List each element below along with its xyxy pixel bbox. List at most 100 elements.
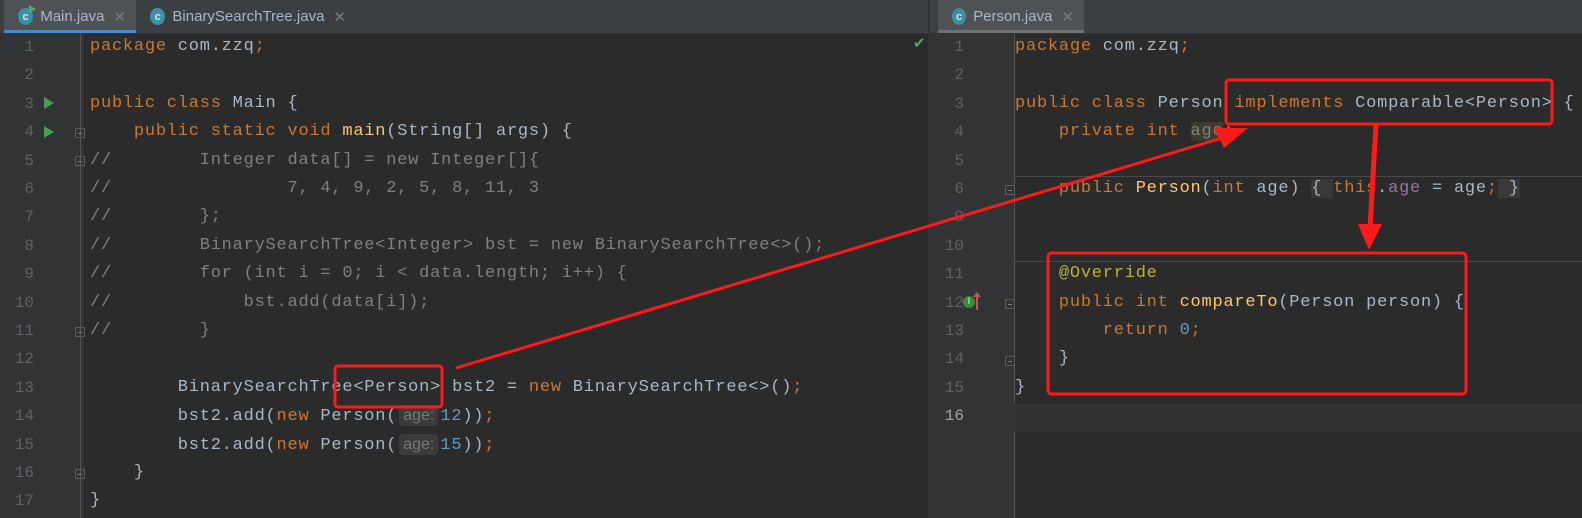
code-token: // BinarySearchTree<Integer> bst = new B… [90,235,826,255]
code-token: public int [1015,292,1180,312]
code-token: bst2.add( [90,407,277,427]
code-line[interactable]: } [1015,374,1026,402]
fold-icon[interactable] [75,327,85,337]
left-tab-bar: c Main.java ✕ c BinarySearchTree.java ✕ [0,0,928,34]
code-line[interactable]: bst2.add(new Person(age: 12)); [90,402,495,430]
right-tab-bar: c Person.java ✕ [930,0,1582,34]
line-number: 6 [24,180,34,198]
code-token: // 7, 4, 9, 2, 5, 8, 11, 3 [90,179,540,198]
code-token: // for (int i = 0; i < data.length; i++)… [90,264,628,284]
parameter-hint: age: [399,433,439,455]
right-editor-pane: c Person.java ✕ 1 package com.zzq; 2 3 publi… [930,0,1582,518]
code-token: age [1190,122,1224,142]
code-token: ; [484,435,496,455]
code-line[interactable]: public class Main { [90,90,298,118]
code-token: { [1311,179,1334,198]
tab-label: Main.java [40,8,105,25]
tab-binarysearchtree-java[interactable]: c BinarySearchTree.java ✕ [136,0,356,33]
close-icon[interactable]: ✕ [1061,8,1074,26]
line-number: 10 [944,236,964,255]
code-token: . [1377,179,1389,198]
code-token: public class [90,93,233,113]
code-token: Comparable<Person> { [1355,93,1575,113]
tab-label: BinarySearchTree.java [172,8,325,25]
code-token: age) [1256,179,1312,198]
code-token: )) [462,407,485,427]
code-line[interactable]: } [90,487,101,515]
line-number: 4 [954,123,964,142]
line-number: 16 [944,407,964,426]
line-number: 10 [14,293,34,312]
code-line[interactable]: // BinarySearchTree<Integer> bst = new B… [90,232,825,260]
gutter-divider [80,34,81,518]
code-line[interactable]: BinarySearchTree<Person> bst2 = new Bina… [90,374,803,402]
fold-icon[interactable] [1005,299,1015,309]
close-icon[interactable]: ✕ [113,8,126,26]
line-number: 8 [24,236,34,255]
java-class-runnable-icon: c [18,5,37,25]
line-number: 9 [24,265,34,284]
code-line[interactable]: public static void main(String[] args) { [90,118,573,146]
fold-icon[interactable] [1005,356,1015,366]
code-line[interactable]: // }; [90,203,222,231]
go-to-super-arrow-icon[interactable] [973,292,981,310]
line-number: 1 [954,38,964,56]
line-number: 13 [14,378,34,397]
code-token: int [1212,179,1257,198]
tab-person-java[interactable]: c Person.java ✕ [938,0,1084,33]
code-line[interactable]: public Person(int age) { this.age = age;… [1015,175,1520,203]
code-token: (String[] args) { [386,122,573,142]
code-token: ; [1223,122,1235,142]
code-line[interactable]: private int age; [1015,118,1234,146]
fold-icon[interactable] [75,469,85,479]
code-line[interactable]: // } [90,317,211,345]
code-token: ; [792,377,804,397]
code-line[interactable]: // bst.add(data[i]); [90,289,430,317]
code-token: main [342,122,387,142]
expand-fold-icon[interactable] [1005,185,1015,195]
code-line[interactable]: bst2.add(new Person(age: 15)); [90,431,495,459]
code-token: this [1333,179,1378,198]
code-token: } [1015,377,1026,397]
code-token: // bst.add(data[i]); [90,292,431,312]
code-line[interactable]: package com.zzq; [90,33,266,61]
tab-main-java[interactable]: c Main.java ✕ [4,0,136,33]
line-number: 2 [954,66,964,85]
line-number: 13 [944,322,964,340]
class-icon-letter: c [22,10,29,23]
line-number: 2 [24,66,34,85]
code-token: public static void [90,122,343,142]
tab-label: Person.java [973,8,1053,25]
line-number: 6 [954,180,964,198]
code-line[interactable]: @Override [1015,260,1158,288]
run-icon[interactable] [44,126,54,138]
line-number: 7 [24,208,34,227]
code-line[interactable]: } [90,459,145,487]
code-line[interactable]: // 7, 4, 9, 2, 5, 8, 11, 3 [90,175,540,203]
fold-icon[interactable] [75,128,85,138]
code-token: public [1015,179,1136,198]
code-line[interactable]: package com.zzq; [1015,33,1191,61]
code-line[interactable]: // Integer data[] = new Integer[]{ [90,147,540,175]
code-token: 12 [440,407,463,427]
code-token: Main { [232,93,299,113]
code-line[interactable]: return 0; [1015,317,1202,345]
code-line[interactable]: // for (int i = 0; i < data.length; i++)… [90,260,628,288]
code-token: public class [1015,93,1158,113]
fold-icon[interactable] [75,156,85,166]
code-token: BinarySearchTree<Person> bst2 = [90,377,529,397]
code-line[interactable]: } [1015,345,1070,373]
code-line[interactable]: public int compareTo(Person person) { [1015,289,1465,317]
code-token: Person [1157,93,1235,113]
code-token: // Integer data[] = new Integer[]{ [90,150,540,170]
code-token: } [90,463,145,482]
code-token: (Person person) { [1278,292,1465,312]
line-number: 16 [14,464,34,482]
code-line[interactable]: public class Person implements Comparabl… [1015,90,1575,118]
run-icon[interactable] [44,97,54,109]
code-token: ( [1201,179,1213,198]
code-token: BinarySearchTree<>() [572,377,793,397]
close-icon[interactable]: ✕ [333,8,346,26]
code-token: } [90,491,101,511]
implements-method-icon[interactable]: I [963,296,975,308]
